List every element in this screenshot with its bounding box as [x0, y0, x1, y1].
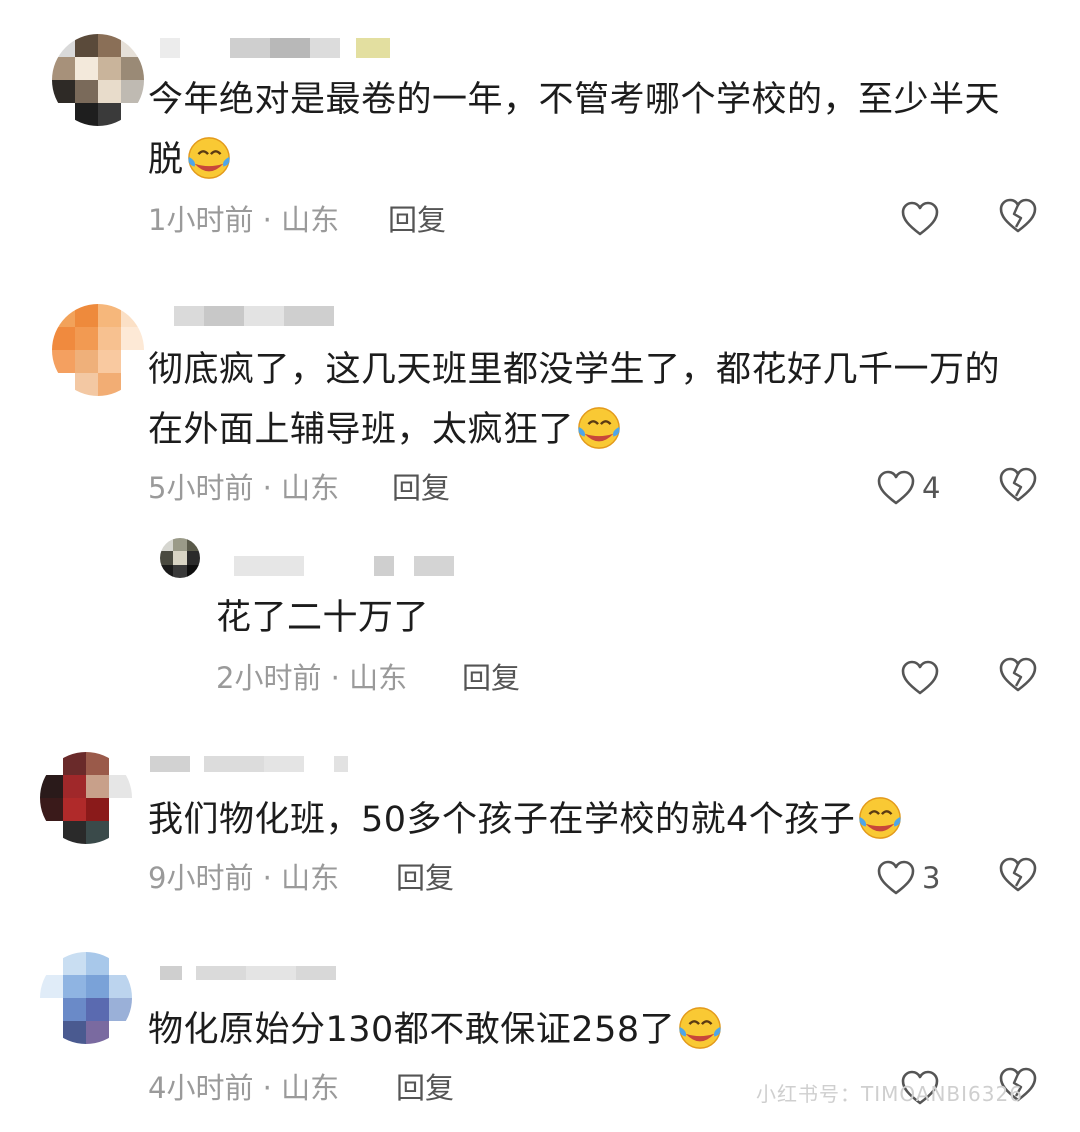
face-with-tears-of-joy-icon	[187, 137, 230, 179]
avatar[interactable]	[52, 304, 144, 396]
heart-outline-icon	[877, 860, 915, 895]
broken-heart-outline-icon	[999, 657, 1037, 692]
comment-text: 花了二十万了	[216, 598, 430, 638]
like-button[interactable]: 4	[876, 466, 940, 510]
username-blurred[interactable]	[150, 756, 348, 772]
comment-1: 今年绝对是最卷的一年，不管考哪个学校的，至少半天 脱 1小时前 · 山东 回复	[0, 0, 1080, 260]
comment-meta: 1小时前 · 山东	[148, 203, 340, 237]
heart-outline-icon	[877, 470, 915, 505]
reply-button[interactable]: 回复	[392, 468, 450, 508]
avatar[interactable]	[40, 752, 132, 844]
broken-heart-outline-icon	[999, 467, 1037, 502]
heart-outline-icon	[901, 201, 939, 236]
dislike-button[interactable]	[998, 197, 1038, 241]
comment-text: 今年绝对是最卷的一年，不管考哪个学校的，至少半天 脱	[148, 80, 1001, 180]
face-with-tears-of-joy-icon	[578, 407, 620, 449]
comment-text: 彻底疯了，这几天班里都没学生了，都花好几千一万的 在外面上辅导班，太疯狂了	[148, 350, 1001, 450]
reply-button[interactable]: 回复	[462, 658, 520, 698]
comment-text: 物化原始分130都不敢保证258了	[148, 1000, 1028, 1060]
like-button[interactable]	[900, 656, 940, 700]
dislike-button[interactable]	[998, 856, 1038, 900]
username-blurred[interactable]	[160, 306, 334, 326]
username-blurred[interactable]	[160, 38, 390, 58]
watermark: 小红书号：TIMOANBI6326	[756, 1082, 1023, 1106]
avatar[interactable]	[160, 538, 200, 578]
face-with-tears-of-joy-icon	[679, 1007, 721, 1049]
like-button[interactable]	[900, 197, 940, 241]
username-blurred[interactable]	[160, 966, 336, 980]
heart-outline-icon	[901, 660, 939, 695]
like-button[interactable]: 3	[876, 856, 940, 900]
username-blurred[interactable]	[234, 556, 454, 576]
comment-text: 我们物化班，50多个孩子在学校的就4个孩子	[148, 790, 1028, 850]
dislike-button[interactable]	[998, 466, 1038, 510]
like-count: 3	[922, 861, 941, 895]
avatar[interactable]	[40, 952, 132, 1044]
like-count: 4	[922, 471, 941, 505]
reply-button[interactable]: 回复	[388, 200, 446, 240]
dislike-button[interactable]	[998, 656, 1038, 700]
avatar[interactable]	[52, 34, 144, 126]
reply-button[interactable]: 回复	[396, 858, 454, 898]
reply-button[interactable]: 回复	[396, 1068, 454, 1108]
comment-meta: 5小时前 · 山东	[148, 471, 340, 505]
comment-meta: 2小时前 · 山东	[216, 661, 408, 695]
broken-heart-outline-icon	[999, 857, 1037, 892]
face-with-tears-of-joy-icon	[859, 797, 902, 839]
comment-meta: 4小时前 · 山东	[148, 1071, 340, 1105]
comment-meta: 9小时前 · 山东	[148, 861, 340, 895]
broken-heart-outline-icon	[999, 198, 1037, 233]
